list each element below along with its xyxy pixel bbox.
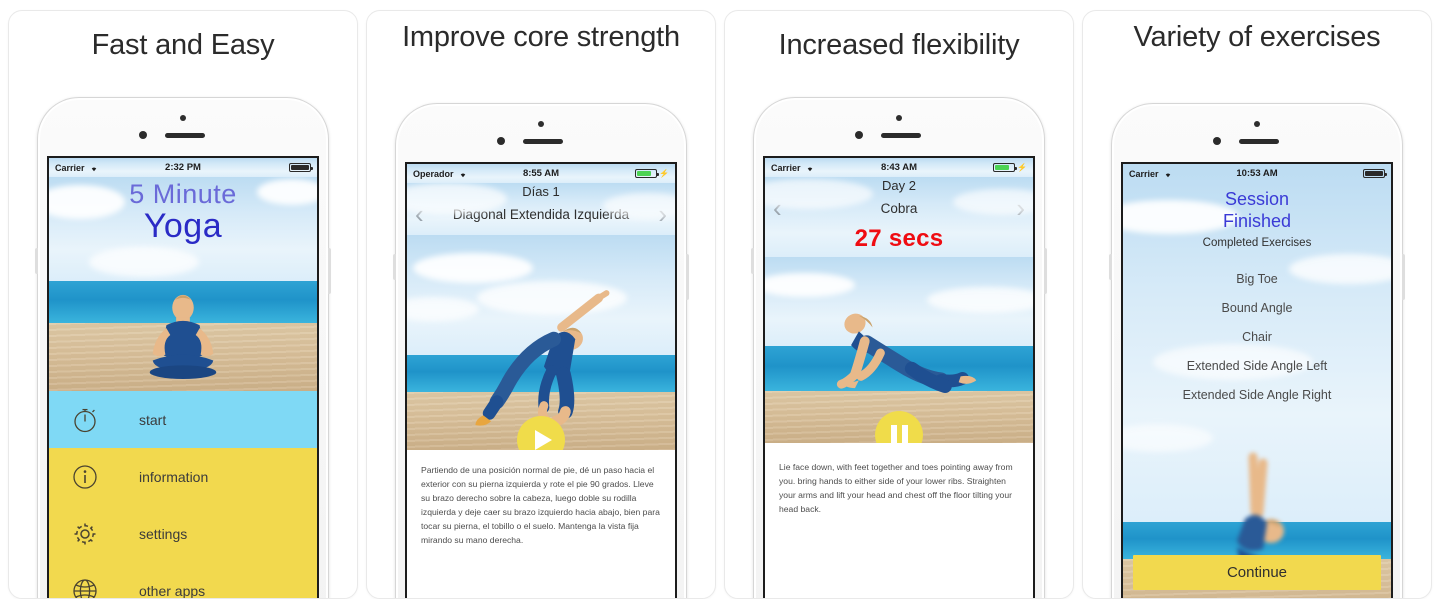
carrier-label: Carrier xyxy=(55,162,85,173)
pause-icon xyxy=(890,424,908,443)
app-title-line1: 5 Minute xyxy=(129,179,237,209)
battery-icon xyxy=(1363,169,1387,178)
app-title-line2: Yoga xyxy=(143,207,223,245)
app-title-banner: 5 Minute Yoga xyxy=(49,177,317,281)
iphone-device-frame: Operador 8:55 AM ⚡ Días 1 ‹ Diagonal Ext… xyxy=(393,103,689,598)
menu-item-other-apps[interactable]: other apps xyxy=(49,562,317,599)
phone-screen: Carrier 10:53 AM Session Finished Comple… xyxy=(1121,162,1393,598)
status-bar: Carrier 2:32 PM xyxy=(49,158,317,177)
earpiece-speaker-icon xyxy=(523,139,563,144)
iphone-device-frame: Carrier 2:32 PM 5 Minute Yoga start info… xyxy=(35,97,331,599)
earpiece-speaker-icon xyxy=(1239,139,1279,144)
completed-exercises-list: Big Toe Bound Angle Chair Extended Side … xyxy=(1123,265,1391,410)
yoga-figure-seated xyxy=(149,294,217,380)
camera-icon xyxy=(1254,121,1260,127)
menu-label-settings: settings xyxy=(139,525,188,542)
main-menu: start information settings other apps xyxy=(49,391,317,599)
wifi-icon xyxy=(807,167,812,171)
wifi-icon xyxy=(460,173,465,177)
proximity-sensor-icon xyxy=(855,131,863,139)
carrier-label: Carrier xyxy=(1129,168,1159,179)
session-heading-line2: Finished xyxy=(1222,210,1292,231)
battery-icon xyxy=(993,163,1018,172)
proximity-sensor-icon xyxy=(1213,137,1221,145)
exercise-header: Días 1 ‹ Diagonal Extendida Izquierda › xyxy=(407,183,675,235)
wifi-icon xyxy=(1165,173,1170,177)
screenshot-card-flexibility[interactable]: Increased flexibility Carrier 8:43 AM ⚡ … xyxy=(724,10,1074,599)
charging-bolt-icon: ⚡ xyxy=(659,168,669,178)
screenshot-card-variety[interactable]: Variety of exercises Carrier 10:53 AM Se… xyxy=(1082,10,1432,599)
exercise-description: Lie face down, with feet together and to… xyxy=(779,462,1013,514)
earpiece-speaker-icon xyxy=(165,133,205,138)
proximity-sensor-icon xyxy=(139,131,147,139)
proximity-sensor-icon xyxy=(497,137,505,145)
session-heading-line1: Session xyxy=(1224,189,1290,209)
carrier-label: Carrier xyxy=(771,162,801,173)
screenshot-card-fast-easy[interactable]: Fast and Easy Carrier 2:32 PM 5 Minute Y… xyxy=(8,10,358,599)
exercise-illustration xyxy=(765,257,1033,443)
list-item: Chair xyxy=(1242,330,1272,345)
carrier-label: Operador xyxy=(413,168,454,179)
card-title: Increased flexibility xyxy=(778,29,1020,61)
status-bar: Carrier 10:53 AM xyxy=(1123,164,1391,183)
iphone-device-frame: Carrier 10:53 AM Session Finished Comple… xyxy=(1109,103,1405,598)
exercise-header: Day 2 ‹ Cobra › 27 secs xyxy=(765,177,1033,257)
battery-icon xyxy=(635,169,660,178)
gear-icon xyxy=(74,523,96,544)
session-finished-heading: Session Finished xyxy=(1123,189,1391,233)
countdown-timer: 27 secs xyxy=(854,225,944,252)
phone-screen: Carrier 2:32 PM 5 Minute Yoga start info… xyxy=(47,156,319,599)
card-title: Improve core strength xyxy=(402,21,680,53)
stopwatch-icon xyxy=(74,408,96,432)
exercise-description: Partiendo de una posición normal de pie,… xyxy=(421,465,660,545)
menu-label-information: information xyxy=(139,468,209,485)
card-title: Variety of exercises xyxy=(1133,21,1381,53)
play-icon xyxy=(535,430,552,450)
list-item: Bound Angle xyxy=(1221,301,1293,316)
battery-icon xyxy=(289,163,313,172)
charging-bolt-icon: ⚡ xyxy=(1017,162,1027,172)
menu-item-start[interactable]: start xyxy=(49,391,317,448)
menu-item-information[interactable]: information xyxy=(49,448,317,505)
phone-screen: Carrier 8:43 AM ⚡ Day 2 ‹ Cobra 27 secs … xyxy=(763,156,1035,598)
menu-label-other-apps: other apps xyxy=(139,582,206,599)
screenshot-gallery: Fast and Easy Carrier 2:32 PM 5 Minute Y… xyxy=(0,0,1440,599)
hero-photo xyxy=(49,281,317,391)
wifi-icon xyxy=(91,167,96,171)
menu-item-settings[interactable]: settings xyxy=(49,505,317,562)
phone-screen: Operador 8:55 AM ⚡ Días 1 ‹ Diagonal Ext… xyxy=(405,162,677,598)
list-item: Extended Side Angle Right xyxy=(1182,388,1332,403)
continue-button[interactable]: Continue xyxy=(1133,555,1381,590)
iphone-device-frame: Carrier 8:43 AM ⚡ Day 2 ‹ Cobra 27 secs … xyxy=(751,97,1047,598)
earpiece-speaker-icon xyxy=(881,133,921,138)
camera-icon xyxy=(180,115,186,121)
list-item: Extended Side Angle Left xyxy=(1186,359,1328,374)
info-circle-icon xyxy=(73,464,97,489)
list-item: Big Toe xyxy=(1236,272,1278,287)
session-finished-screen: Carrier 10:53 AM Session Finished Comple… xyxy=(1123,164,1391,598)
menu-label-start: start xyxy=(139,411,167,428)
camera-icon xyxy=(896,115,902,121)
globe-icon xyxy=(73,578,97,598)
status-bar: Operador 8:55 AM ⚡ xyxy=(407,164,675,183)
completed-exercises-subtitle: Completed Exercises xyxy=(1202,236,1312,249)
exercise-illustration xyxy=(407,235,675,450)
camera-icon xyxy=(538,121,544,127)
screenshot-card-core-strength[interactable]: Improve core strength Operador 8:55 AM ⚡… xyxy=(366,10,716,599)
card-title: Fast and Easy xyxy=(91,29,275,61)
status-bar: Carrier 8:43 AM ⚡ xyxy=(765,158,1033,177)
